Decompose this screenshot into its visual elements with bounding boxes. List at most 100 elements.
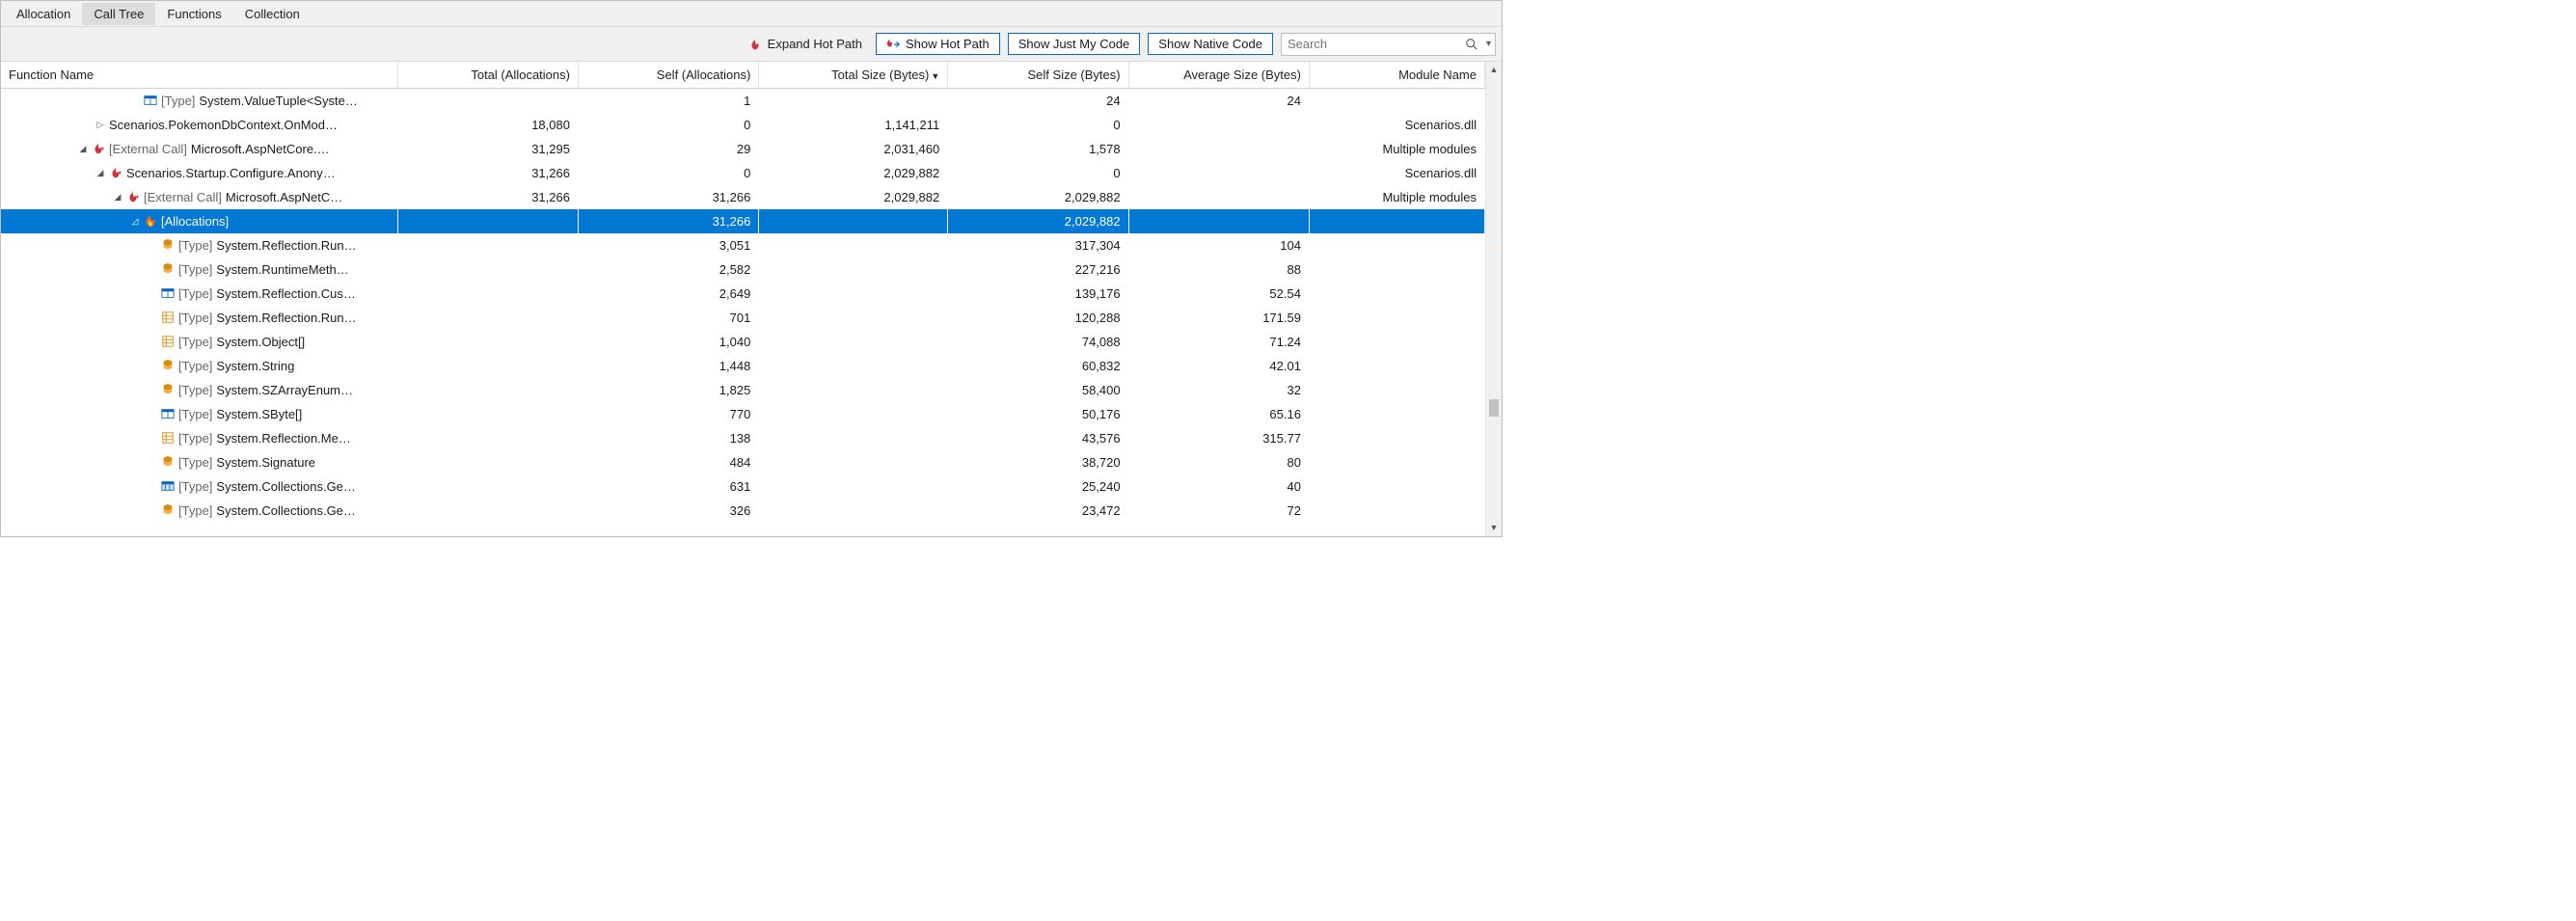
- cell-self_size: 2,029,882: [948, 185, 1128, 209]
- vertical-scrollbar[interactable]: ▲ ▼: [1485, 62, 1502, 536]
- function-name-cell[interactable]: [Type]System.ValueTuple<Syste…: [1, 89, 397, 113]
- cell-module: [1309, 233, 1484, 257]
- function-name-cell[interactable]: [Type]System.Signature: [1, 450, 397, 474]
- table-row[interactable]: ◢[External Call]Microsoft.AspNetCore.…31…: [1, 137, 1485, 161]
- tab-functions[interactable]: Functions: [155, 3, 232, 25]
- tab-call-tree[interactable]: Call Tree: [82, 3, 155, 25]
- cell-total_alloc: [397, 89, 578, 113]
- function-name-cell[interactable]: [Type]System.Reflection.Run…: [1, 306, 397, 330]
- function-name-cell[interactable]: [Type]System.SByte[]: [1, 402, 397, 426]
- table-row[interactable]: [Type]System.Collections.Ge…32623,47272: [1, 499, 1485, 523]
- show-hot-path-button[interactable]: Show Hot Path: [876, 33, 1000, 55]
- search-box[interactable]: ▾: [1281, 33, 1496, 56]
- cell-total_alloc: [397, 233, 578, 257]
- cell-avg_size: [1128, 113, 1309, 137]
- struct-icon: [144, 94, 157, 107]
- column-header-module[interactable]: Module Name: [1309, 62, 1484, 89]
- cell-total_alloc: 31,266: [397, 161, 578, 185]
- function-name-cell[interactable]: [Type]System.Reflection.Run…: [1, 233, 397, 257]
- column-header-self_size[interactable]: Self Size (Bytes): [948, 62, 1128, 89]
- array-icon: [161, 431, 175, 445]
- column-header-avg_size[interactable]: Average Size (Bytes): [1128, 62, 1309, 89]
- table-row[interactable]: [Type]System.Signature48438,72080: [1, 450, 1485, 474]
- show-just-my-code-button[interactable]: Show Just My Code: [1008, 33, 1141, 55]
- cell-avg_size: 72: [1128, 499, 1309, 523]
- header-row: Function NameTotal (Allocations)Self (Al…: [1, 62, 1485, 89]
- table-row[interactable]: [Type]System.SByte[]77050,17665.16: [1, 402, 1485, 426]
- function-name-cell[interactable]: [Type]System.SZArrayEnum…: [1, 378, 397, 402]
- table-row[interactable]: ◢Scenarios.Startup.Configure.Anony…31,26…: [1, 161, 1485, 185]
- row-tag: [Type]: [178, 262, 212, 277]
- cell-module: [1309, 306, 1484, 330]
- cell-module: [1309, 499, 1484, 523]
- table-row[interactable]: ◿[Allocations]31,2662,029,882: [1, 209, 1485, 233]
- row-tag: [Type]: [178, 431, 212, 446]
- scroll-up-icon[interactable]: ▲: [1486, 62, 1502, 78]
- function-name-cell[interactable]: [Type]System.Object[]: [1, 330, 397, 354]
- function-name-cell[interactable]: [Type]System.RuntimeMeth…: [1, 257, 397, 282]
- table-row[interactable]: [Type]System.Collections.Ge…63125,24040: [1, 474, 1485, 499]
- cell-avg_size: [1128, 209, 1309, 233]
- cell-module: [1309, 89, 1484, 113]
- table-row[interactable]: [Type]System.Object[]1,04074,08871.24: [1, 330, 1485, 354]
- function-name-cell[interactable]: ◢[External Call]Microsoft.AspNetC…: [1, 185, 397, 209]
- scroll-thumb[interactable]: [1489, 399, 1499, 417]
- class-icon: [161, 455, 175, 469]
- function-name-cell[interactable]: [Type]System.String: [1, 354, 397, 378]
- call-tree-grid[interactable]: Function NameTotal (Allocations)Self (Al…: [1, 62, 1485, 536]
- cell-avg_size: 65.16: [1128, 402, 1309, 426]
- row-tag: [Type]: [178, 359, 212, 373]
- column-header-total_size[interactable]: Total Size (Bytes)▼: [759, 62, 948, 89]
- function-name-cell[interactable]: [Type]System.Reflection.Me…: [1, 426, 397, 450]
- cell-total_alloc: [397, 474, 578, 499]
- function-name-cell[interactable]: ◢[External Call]Microsoft.AspNetCore.…: [1, 137, 397, 161]
- tree-expander[interactable]: ◢: [78, 144, 88, 154]
- table-row[interactable]: [Type]System.Reflection.Run…701120,28817…: [1, 306, 1485, 330]
- search-dropdown-icon[interactable]: ▾: [1482, 37, 1495, 51]
- table-row[interactable]: [Type]System.ValueTuple<Syste…12424: [1, 89, 1485, 113]
- table-row[interactable]: [Type]System.Reflection.Cus…2,649139,176…: [1, 282, 1485, 306]
- expand-hot-path-link[interactable]: Expand Hot Path: [743, 37, 868, 51]
- function-name-cell[interactable]: [Type]System.Collections.Ge…: [1, 474, 397, 499]
- tree-expander[interactable]: ◿: [130, 216, 140, 227]
- cell-total_size: [759, 209, 948, 233]
- expand-hot-path-label: Expand Hot Path: [768, 37, 862, 51]
- cell-total_size: 2,029,882: [759, 185, 948, 209]
- column-header-total_alloc[interactable]: Total (Allocations): [397, 62, 578, 89]
- column-header-self_alloc[interactable]: Self (Allocations): [578, 62, 758, 89]
- show-hot-path-label: Show Hot Path: [906, 37, 990, 51]
- table-row[interactable]: [Type]System.RuntimeMeth…2,582227,21688: [1, 257, 1485, 282]
- tree-expander[interactable]: ◢: [113, 192, 122, 203]
- cell-self_alloc: 1,448: [578, 354, 758, 378]
- function-name-cell[interactable]: [Type]System.Reflection.Cus…: [1, 282, 397, 306]
- show-native-code-button[interactable]: Show Native Code: [1148, 33, 1273, 55]
- table-row[interactable]: ◢[External Call]Microsoft.AspNetC…31,266…: [1, 185, 1485, 209]
- table-row[interactable]: ▷Scenarios.PokemonDbContext.OnMod…18,080…: [1, 113, 1485, 137]
- row-tag: [Type]: [178, 238, 212, 253]
- cell-avg_size: 80: [1128, 450, 1309, 474]
- function-name-cell[interactable]: [Type]System.Collections.Ge…: [1, 499, 397, 523]
- cell-module: [1309, 354, 1484, 378]
- scroll-down-icon[interactable]: ▼: [1486, 520, 1502, 536]
- cell-self_alloc: 701: [578, 306, 758, 330]
- tab-allocation[interactable]: Allocation: [5, 3, 82, 25]
- table-row[interactable]: [Type]System.Reflection.Me…13843,576315.…: [1, 426, 1485, 450]
- function-name-cell[interactable]: ▷Scenarios.PokemonDbContext.OnMod…: [1, 113, 397, 137]
- search-icon[interactable]: [1463, 36, 1482, 53]
- tree-expander[interactable]: ◢: [95, 168, 105, 178]
- function-name-cell[interactable]: ◢Scenarios.Startup.Configure.Anony…: [1, 161, 397, 185]
- cell-self_alloc: 770: [578, 402, 758, 426]
- search-input[interactable]: [1282, 35, 1463, 53]
- cell-total_size: 2,031,460: [759, 137, 948, 161]
- cell-self_size: 60,832: [948, 354, 1128, 378]
- profiler-window: Allocation Call Tree Functions Collectio…: [0, 0, 1503, 537]
- function-name-cell[interactable]: ◿[Allocations]: [1, 209, 397, 233]
- table-row[interactable]: [Type]System.String1,44860,83242.01: [1, 354, 1485, 378]
- tree-expander[interactable]: ▷: [95, 120, 105, 130]
- table-row[interactable]: [Type]System.Reflection.Run…3,051317,304…: [1, 233, 1485, 257]
- row-tag: [Type]: [161, 94, 195, 108]
- table-row[interactable]: [Type]System.SZArrayEnum…1,82558,40032: [1, 378, 1485, 402]
- column-header-fn[interactable]: Function Name: [1, 62, 397, 89]
- tab-collection[interactable]: Collection: [233, 3, 312, 25]
- cell-self_size: 0: [948, 113, 1128, 137]
